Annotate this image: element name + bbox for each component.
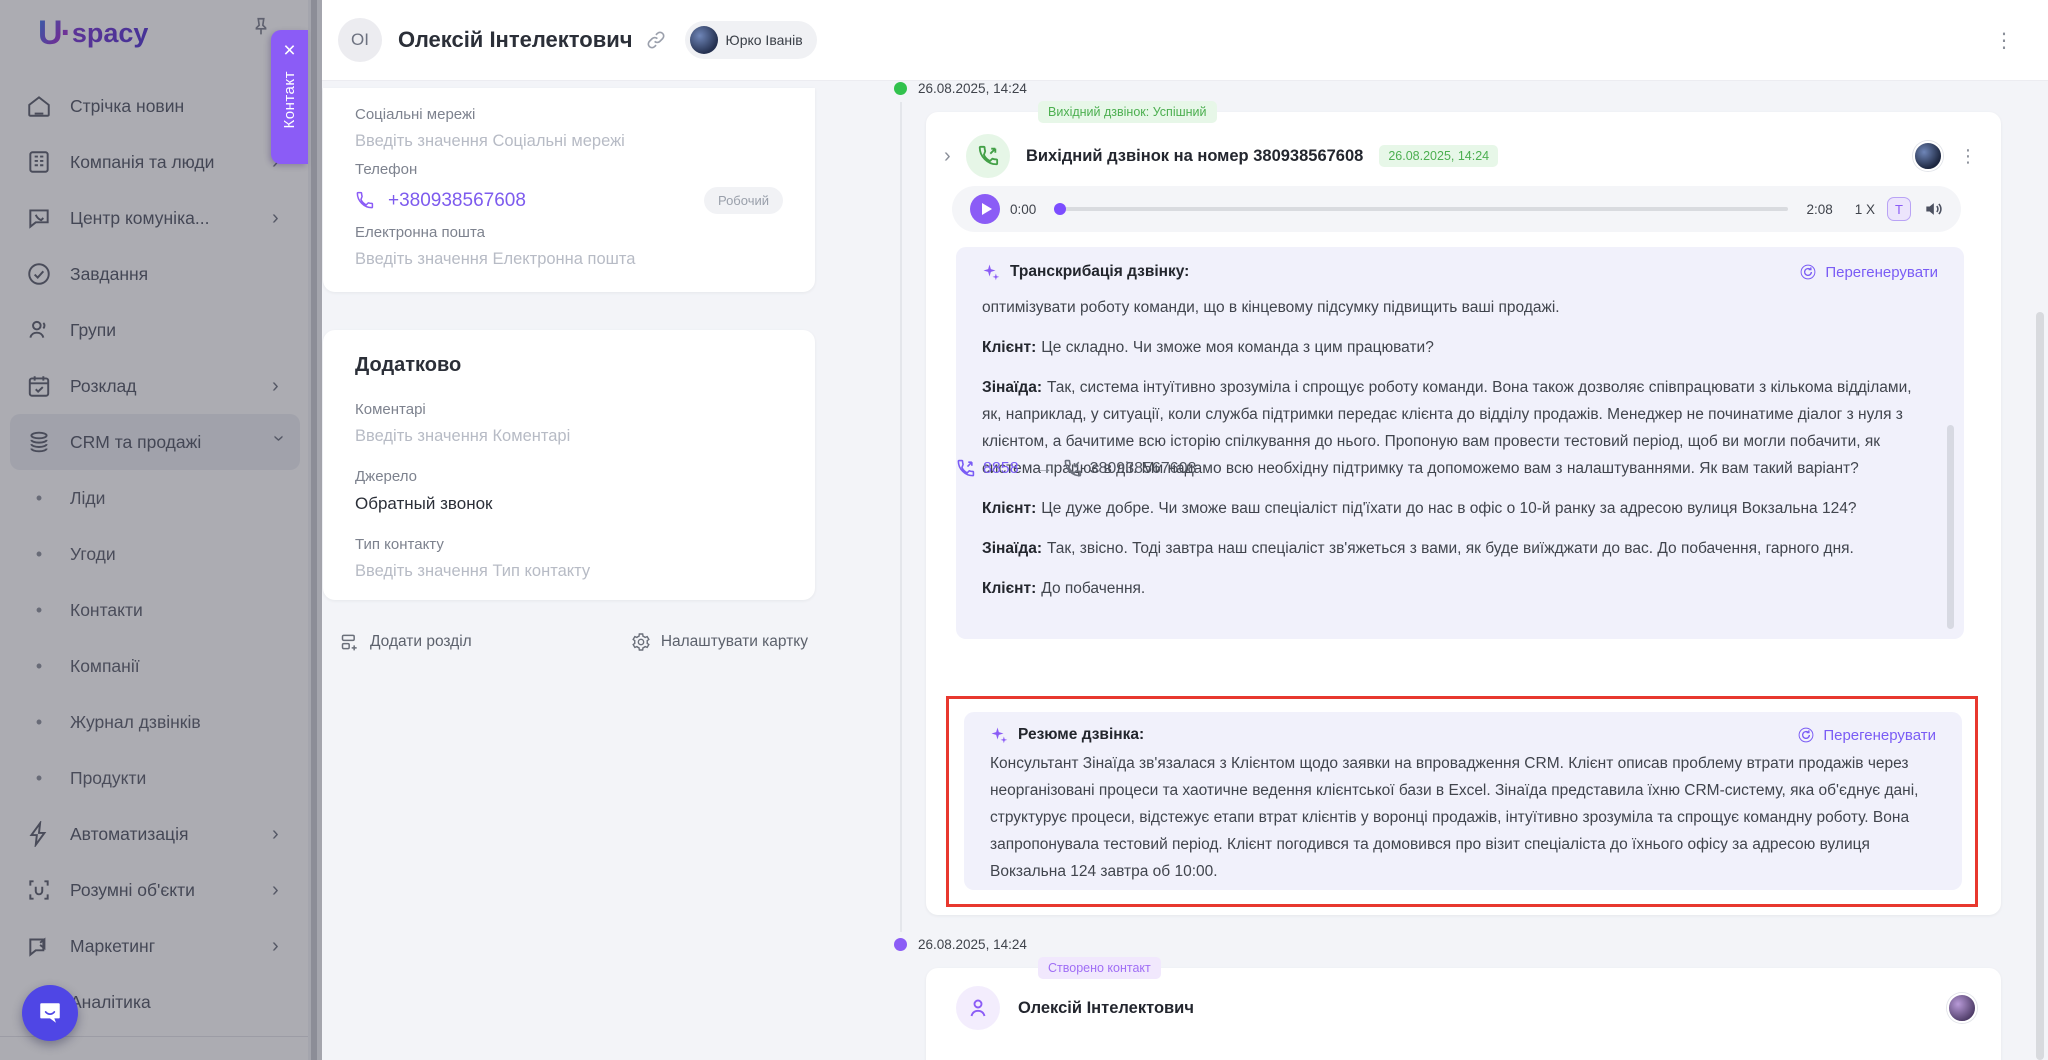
call-out-icon (956, 459, 975, 478)
phone-number-link[interactable]: +380938567608 (388, 190, 526, 212)
expand-chevron-icon[interactable] (944, 145, 966, 168)
transcript-toggle-icon[interactable] (1887, 197, 1911, 221)
created-contact-name: Олексій Інтелектович (1018, 999, 1194, 1018)
volume-icon[interactable] (1923, 199, 1943, 219)
contact-header: ОІ Олексій Інтелектович Юрко Іванів (322, 0, 2048, 80)
refresh-icon (1797, 726, 1815, 744)
close-icon[interactable] (283, 40, 295, 61)
call-event-time: 26.08.2025, 14:24 (918, 81, 1027, 96)
transcription-scrollbar[interactable] (1947, 425, 1954, 629)
drawer-tab-contact[interactable]: Контакт (271, 30, 308, 164)
transcription-title: Транскрибація дзвінку: (1010, 263, 1189, 281)
summary-title: Резюме дзвінка: (1018, 726, 1144, 744)
call-event-card: Вихідний дзвінок: Успішний Вихідний дзві… (926, 112, 2001, 915)
add-section-button[interactable]: Додати розділ (340, 632, 472, 652)
owner-avatar (690, 26, 718, 54)
call-title: Вихідний дзвінок на номер 380938567608 (1026, 147, 1363, 166)
transcription-text: оптимізувати роботу команди, що в кінцев… (982, 294, 1930, 602)
regenerate-summary-link[interactable]: Перегенерувати (1797, 726, 1936, 744)
contact-details-card: Соціальні мережі Введіть значення Соціал… (323, 88, 815, 292)
ai-sparkle-icon (982, 263, 1000, 281)
field-phone: Телефон +380938567608 Робочий (355, 161, 783, 214)
source-value[interactable]: Обратный звонок (355, 494, 783, 514)
transcription-block: Транскрибація дзвінку: Перегенерувати оп… (956, 247, 1964, 639)
additional-card: Додатково Коментарі Введіть значення Ком… (323, 330, 815, 600)
comments-input[interactable]: Введіть значення Коментарі (355, 427, 783, 446)
social-input[interactable]: Введіть значення Соціальні мережі (355, 132, 783, 151)
owner-pill[interactable]: Юрко Іванів (685, 21, 817, 59)
created-event-time: 26.08.2025, 14:24 (918, 937, 1027, 952)
chat-widget-button[interactable] (22, 985, 78, 1041)
audio-player: 0:00 2:08 1 X (952, 186, 1961, 232)
route-to-number: 380938567608 (1090, 460, 1197, 478)
timeline-dot-call (894, 82, 907, 95)
contact-title: Олексій Інтелектович (398, 27, 633, 53)
field-social: Соціальні мережі Введіть значення Соціал… (355, 106, 783, 151)
refresh-icon (1799, 263, 1817, 281)
created-badge: Створено контакт (1038, 957, 1161, 979)
player-seek-bar[interactable] (1054, 207, 1788, 211)
phone-icon (355, 191, 374, 210)
created-event-card: Створено контакт Олексій Інтелектович (926, 968, 2001, 1060)
contact-initials-avatar: ОІ (338, 18, 382, 62)
copy-link-icon[interactable] (645, 29, 667, 51)
drawer-scrollbar[interactable] (2036, 312, 2044, 1060)
call-card-header: Вихідний дзвінок на номер 380938567608 2… (944, 134, 1977, 178)
field-source: Джерело Обратный звонок (355, 468, 783, 514)
chat-bubble-icon (37, 1000, 63, 1026)
call-status-badge: Вихідний дзвінок: Успішний (1038, 101, 1217, 123)
drawer-tab-label: Контакт (281, 71, 298, 129)
field-contact-type: Тип контакту Введіть значення Тип контак… (355, 536, 783, 581)
player-duration: 2:08 (1806, 202, 1832, 217)
creator-avatar[interactable] (1947, 993, 1977, 1023)
arrow-right-icon (1037, 460, 1053, 478)
outgoing-call-icon (966, 134, 1010, 178)
owner-name: Юрко Іванів (726, 32, 803, 48)
additional-title: Додатково (355, 354, 783, 377)
timeline-dot-created (894, 938, 907, 951)
call-in-icon (1063, 459, 1082, 478)
contact-type-input[interactable]: Введіть значення Тип контакту (355, 562, 783, 581)
player-seek-knob[interactable] (1054, 203, 1066, 215)
field-email: Електронна пошта Введіть значення Електр… (355, 224, 783, 269)
email-input[interactable]: Введіть значення Електронна пошта (355, 250, 783, 269)
timeline-rail (900, 102, 902, 932)
configure-card-button[interactable]: Налаштувати картку (631, 632, 808, 652)
play-button[interactable] (970, 194, 1000, 224)
responsible-avatar[interactable] (1913, 141, 1943, 171)
details-footer: Додати розділ Налаштувати картку (340, 632, 808, 652)
field-comments: Коментарі Введіть значення Коментарі (355, 401, 783, 446)
player-current-time: 0:00 (1010, 202, 1036, 217)
contact-drawer: Контакт ОІ Олексій Інтелектович Юрко Іва… (322, 0, 2048, 1060)
contact-person-icon (956, 986, 1000, 1030)
phone-type-badge: Робочий (704, 187, 783, 214)
player-speed-button[interactable]: 1 X (1855, 202, 1875, 217)
add-section-icon (340, 632, 360, 652)
summary-text: Консультант Зінаїда зв'язалася з Клієнто… (990, 750, 1938, 885)
screen: U· spacy Стрічка новин Компанія та люди (0, 0, 2048, 1060)
header-menu-icon[interactable] (1994, 28, 2014, 53)
gear-icon (631, 632, 651, 652)
summary-block: Резюме дзвінка: Перегенерувати Консульта… (964, 712, 1962, 890)
ai-sparkle-icon (990, 726, 1008, 744)
regenerate-transcription-link[interactable]: Перегенерувати (1799, 263, 1938, 281)
call-route: 8858 380938567608 (956, 459, 1196, 478)
route-from-number[interactable]: 8858 (983, 460, 1019, 478)
call-date-chip: 26.08.2025, 14:24 (1379, 145, 1498, 167)
call-menu-icon[interactable] (1959, 146, 1977, 167)
